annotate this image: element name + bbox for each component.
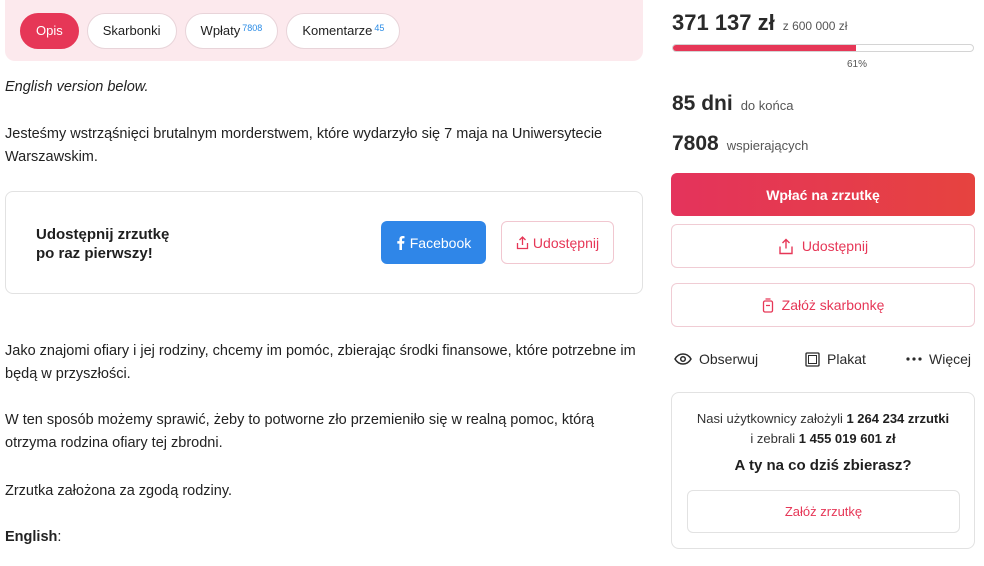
create-piggybank-label: Załóż skarbonkę (781, 297, 885, 313)
facebook-share-button[interactable]: Facebook (381, 221, 486, 264)
description-paragraph-3: W ten sposób możemy sprawić, żeby to pot… (5, 412, 595, 451)
tab-skarbonki[interactable]: Skarbonki (86, 12, 177, 49)
share-button[interactable]: Udostępnij (501, 221, 614, 264)
observe-label: Obserwuj (699, 351, 759, 367)
promo-raised-amount: 1 455 019 601 zł (798, 431, 896, 446)
days-left-label: do końca (740, 98, 794, 113)
observe-action[interactable]: Obserwuj (674, 348, 758, 370)
english-label: English (5, 529, 58, 545)
share-card-title-line-2: po raz pierwszy! (36, 245, 153, 262)
promo-stat-raised: i zebrali 1 455 019 601 zł (672, 430, 974, 448)
create-piggybank-button[interactable]: Załóż skarbonkę (671, 283, 975, 327)
eye-icon (674, 353, 692, 365)
tab-komentarze[interactable]: Komentarze 45 (286, 12, 401, 49)
supporters-label: wspierających (726, 138, 809, 153)
more-dots-icon (906, 357, 922, 361)
promo-line1-prefix: Nasi użytkownicy założyli (696, 411, 847, 426)
tab-bar: Opis Skarbonki Wpłaty 7808 Komentarze 45 (5, 0, 643, 61)
sidebar-share-button[interactable]: Udostępnij (671, 224, 975, 268)
tab-label: Wpłaty (200, 23, 241, 38)
more-label: Więcej (929, 351, 972, 367)
facebook-button-label: Facebook (409, 234, 472, 251)
collected-amount: 371 137 zł (672, 10, 775, 35)
poster-label: Plakat (827, 351, 866, 367)
piggybank-icon (762, 297, 773, 313)
share-card: Udostępnij zrzutkę po raz pierwszy! Face… (5, 191, 643, 294)
promo-fundraisers-count: 1 264 234 zrzutki (846, 411, 950, 426)
supporters-value: 7808 (672, 132, 719, 155)
progress-bar (672, 44, 974, 52)
donation-sidebar: 371 137 zł z 600 000 zł 61% 85 dni do ko… (671, 0, 976, 566)
share-card-title-line-1: Udostępnij zrzutkę (36, 226, 170, 243)
progress-fill (673, 45, 856, 51)
description-paragraph-4: Zrzutka założona za zgodą rodziny. (5, 483, 233, 499)
supporters-count: 7808 wspierających (672, 132, 808, 156)
english-colon: : (57, 529, 62, 545)
english-version-note: English version below. (5, 79, 149, 95)
goal-amount: z 600 000 zł (782, 19, 848, 33)
tab-label: Skarbonki (102, 23, 161, 38)
promo-question: A ty na co dziś zbierasz? (734, 457, 912, 474)
share-card-title: Udostępnij zrzutkę po raz pierwszy! (36, 225, 169, 263)
promo-line2-prefix: i zebrali (750, 431, 799, 446)
donate-button[interactable]: Wpłać na zrzutkę (671, 173, 975, 216)
more-action[interactable]: Więcej (906, 348, 971, 370)
sidebar-share-label: Udostępnij (801, 238, 869, 254)
share-button-label: Udostępnij (532, 234, 600, 251)
amount-row: 371 137 zł z 600 000 zł (672, 10, 847, 36)
poster-action[interactable]: Plakat (805, 348, 866, 370)
promo-stat-fundraisers: Nasi użytkownicy założyli 1 264 234 zrzu… (672, 410, 974, 428)
tab-count-badge: 7808 (242, 22, 263, 33)
progress-percent: 61% (847, 59, 868, 70)
promo-card: Nasi użytkownicy założyli 1 264 234 zrzu… (671, 392, 975, 549)
tab-wplaty[interactable]: Wpłaty 7808 (184, 12, 279, 49)
tab-count-badge: 45 (374, 22, 385, 33)
share-icon (779, 238, 793, 254)
tab-label: Opis (36, 23, 63, 38)
donate-button-label: Wpłać na zrzutkę (766, 186, 880, 203)
create-fundraiser-label: Załóż zrzutkę (784, 504, 863, 519)
poster-icon (805, 351, 820, 367)
days-left: 85 dni do końca (672, 92, 793, 116)
create-fundraiser-button[interactable]: Załóż zrzutkę (687, 490, 960, 533)
description-paragraph-1: Jesteśmy wstrząśnięci brutalnym morderst… (5, 126, 603, 165)
share-icon (516, 235, 529, 249)
english-heading: English: (5, 526, 645, 549)
secondary-actions: Obserwuj Plakat Więcej (674, 348, 976, 370)
tab-label: Komentarze (302, 23, 373, 38)
description-paragraph-2: Jako znajomi ofiary i jej rodziny, chcem… (5, 343, 636, 382)
facebook-icon (397, 236, 405, 250)
tab-opis[interactable]: Opis (20, 12, 79, 49)
days-left-value: 85 dni (672, 92, 733, 115)
